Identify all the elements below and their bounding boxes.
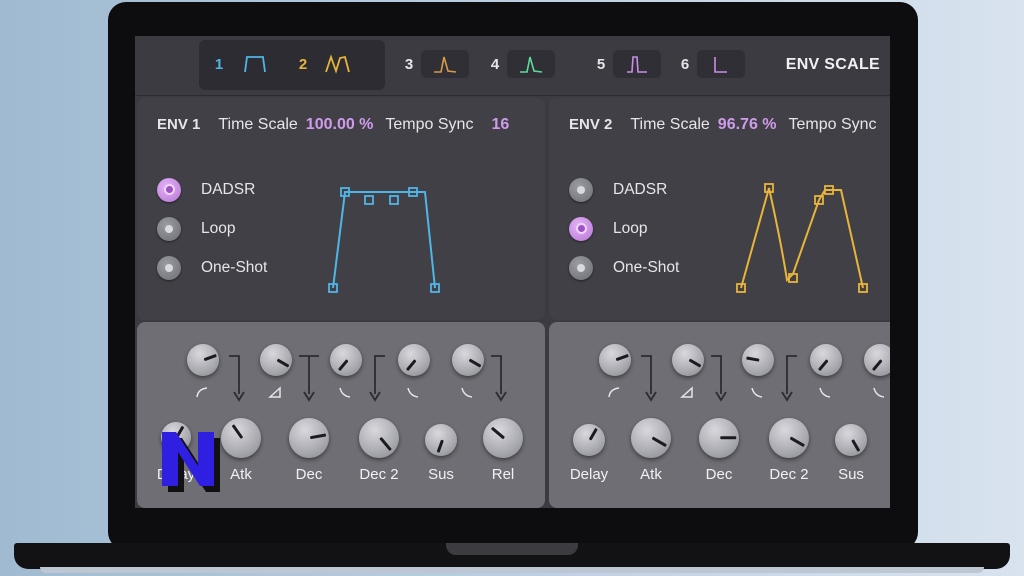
knob-connector-lines xyxy=(229,355,507,402)
env1-title: ENV 1 xyxy=(157,116,201,133)
tab-env-1[interactable]: 1 xyxy=(207,50,279,78)
mode-label: DADSR xyxy=(613,180,668,198)
env1-panel: ENV 1 Time Scale 100.00 % Tempo Sync 16 … xyxy=(137,98,545,320)
tab-number: 4 xyxy=(490,55,500,73)
env2-envelope-graph[interactable] xyxy=(729,172,869,302)
envelope-point[interactable] xyxy=(364,195,374,205)
env-scale-button[interactable]: ENV SCALE xyxy=(786,56,880,74)
mode-one-shot[interactable]: One-Shot xyxy=(157,248,267,287)
envelope-tab-bar: 1 2 3 4 5 6 ENV SCALE xyxy=(135,36,890,96)
mode-label: One-Shot xyxy=(201,258,268,276)
radio-selected-icon[interactable] xyxy=(569,216,593,241)
laptop-notch xyxy=(446,543,578,555)
tempo-sync-label: Tempo Sync xyxy=(385,116,474,133)
mode-label: Loop xyxy=(613,219,648,237)
time-scale-value[interactable]: 96.76 % xyxy=(718,116,777,134)
radio-icon[interactable] xyxy=(157,255,181,280)
envelope-thumbnail-icon xyxy=(507,50,555,78)
mode-dadsr[interactable]: DADSR xyxy=(157,170,267,209)
tab-number: 6 xyxy=(680,55,690,73)
env2-title: ENV 2 xyxy=(569,116,613,133)
tab-env-4[interactable]: 4 xyxy=(483,50,555,78)
env2-panel: ENV 2 Time Scale 96.76 % Tempo Sync DADS… xyxy=(549,98,890,320)
sustain-knob[interactable] xyxy=(425,424,457,456)
tab-number: 2 xyxy=(298,55,308,73)
envelope-editor: 1 2 3 4 5 6 ENV SCALE ENV 1 Time Scale 1… xyxy=(135,36,890,508)
mode-loop[interactable]: Loop xyxy=(569,209,679,248)
radio-selected-icon[interactable] xyxy=(157,177,181,202)
mode-label: DADSR xyxy=(201,180,256,198)
decay-knob[interactable] xyxy=(699,418,739,458)
mode-dadsr[interactable]: DADSR xyxy=(569,170,679,209)
knob-label-sustain: Sus xyxy=(428,466,454,483)
knob-label-decay-2: Dec 2 xyxy=(769,466,809,483)
knob-label-attack: Atk xyxy=(640,466,662,483)
env1-envelope-graph[interactable] xyxy=(323,172,443,302)
knob-label-decay: Dec xyxy=(295,466,323,483)
n-logo-icon xyxy=(162,432,220,492)
time-scale-label: Time Scale xyxy=(630,116,710,133)
attack-knob[interactable] xyxy=(221,418,261,458)
tab-env-5[interactable]: 5 xyxy=(589,50,661,78)
env1-header: ENV 1 Time Scale 100.00 % Tempo Sync 16 xyxy=(157,116,521,134)
envelope-thumbnail-icon xyxy=(231,50,279,78)
env2-knob-panel: Delay Atk Dec Dec 2 Sus xyxy=(549,322,890,508)
envelope-thumbnail-icon xyxy=(613,50,661,78)
radio-icon[interactable] xyxy=(569,255,593,280)
mode-label: One-Shot xyxy=(613,258,680,276)
release-knob[interactable] xyxy=(483,418,523,458)
decay-2-knob[interactable] xyxy=(359,418,399,458)
tempo-sync-label: Tempo Sync xyxy=(788,116,877,133)
tab-number: 3 xyxy=(404,55,414,73)
env2-mode-list: DADSR Loop One-Shot xyxy=(569,170,679,287)
radio-icon[interactable] xyxy=(157,216,181,241)
tab-env-3[interactable]: 3 xyxy=(397,50,469,78)
radio-icon[interactable] xyxy=(569,177,593,202)
mode-one-shot[interactable]: One-Shot xyxy=(569,248,679,287)
knob-label-sustain: Sus xyxy=(838,466,864,483)
decay-2-knob[interactable] xyxy=(769,418,809,458)
sustain-knob[interactable] xyxy=(835,424,867,456)
tab-env-6[interactable]: 6 xyxy=(673,50,745,78)
envelope-thumbnail-icon xyxy=(421,50,469,78)
tempo-sync-value[interactable]: 16 xyxy=(491,116,509,134)
mode-loop[interactable]: Loop xyxy=(157,209,267,248)
envelope-point[interactable] xyxy=(389,195,399,205)
envelope-thumbnail-icon xyxy=(697,50,745,78)
env2-header: ENV 2 Time Scale 96.76 % Tempo Sync xyxy=(569,116,885,134)
attack-knob[interactable] xyxy=(631,418,671,458)
envelope-thumbnail-icon xyxy=(315,50,363,78)
decay-knob[interactable] xyxy=(289,418,329,458)
time-scale-label: Time Scale xyxy=(218,116,298,133)
knob-label-decay-2: Dec 2 xyxy=(359,466,399,483)
tab-number: 5 xyxy=(596,55,606,73)
delay-knob[interactable] xyxy=(573,424,605,456)
tab-env-2[interactable]: 2 xyxy=(291,50,363,78)
tab-number: 1 xyxy=(214,55,224,73)
time-scale-value[interactable]: 100.00 % xyxy=(306,116,374,134)
knob-label-decay: Dec xyxy=(705,466,733,483)
knob-label-release: Rel xyxy=(491,466,515,483)
mode-label: Loop xyxy=(201,219,236,237)
knob-label-delay: Delay xyxy=(569,466,609,483)
knob-connector-lines xyxy=(641,355,797,402)
laptop-foot xyxy=(40,567,984,573)
env1-mode-list: DADSR Loop One-Shot xyxy=(157,170,267,287)
